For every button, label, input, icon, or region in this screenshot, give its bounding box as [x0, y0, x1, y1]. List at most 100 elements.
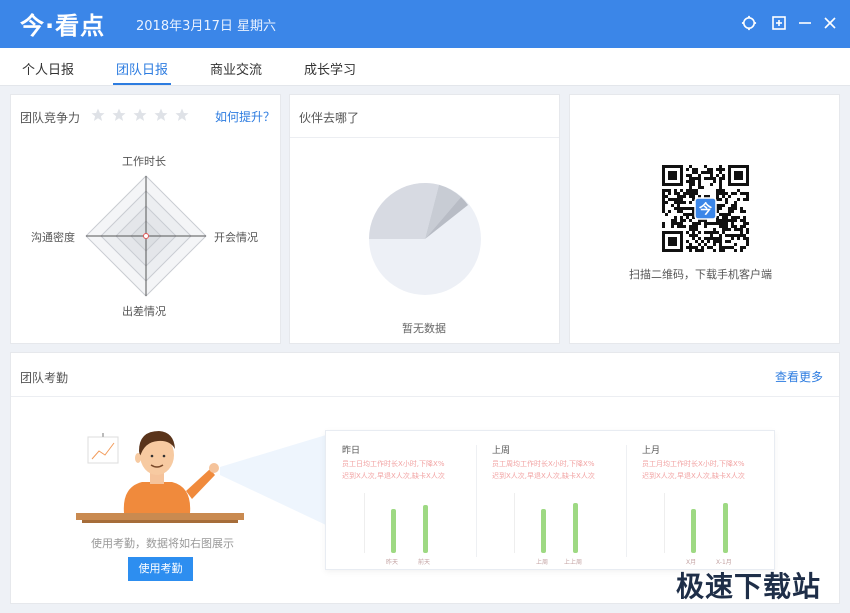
qr-module: [743, 222, 746, 225]
qr-module: [698, 174, 701, 177]
preview-x-label: 前天: [418, 559, 431, 566]
qr-module: [692, 171, 695, 174]
qr-module: [731, 210, 734, 213]
qr-module: [719, 237, 722, 240]
qr-module: [692, 246, 695, 249]
qr-module: [716, 237, 719, 240]
divider: [11, 396, 839, 397]
qr-module: [692, 189, 695, 192]
use-attendance-button[interactable]: 使用考勤: [128, 557, 193, 581]
preview-x-label: 昨天: [386, 559, 399, 566]
qr-module: [725, 213, 728, 216]
qr-module: [680, 219, 683, 222]
qr-module: [728, 240, 731, 243]
qr-module: [743, 198, 746, 201]
qr-module: [734, 192, 737, 195]
qr-module: [740, 192, 743, 195]
qr-module: [725, 216, 728, 219]
competitiveness-title: 团队竞争力: [20, 111, 81, 125]
qr-module: [716, 222, 719, 225]
qr-module: [710, 183, 713, 186]
new-window-icon[interactable]: [770, 14, 788, 32]
minimize-icon[interactable]: [796, 14, 814, 32]
star-icon: [133, 107, 147, 126]
qr-module: [680, 210, 683, 213]
qr-module: [689, 243, 692, 246]
qr-module: [680, 201, 683, 204]
preview-line: 迟到X人次,早退X人次,缺卡X人次: [342, 472, 445, 480]
qr-module: [725, 222, 728, 225]
qr-module: [722, 189, 725, 192]
qr-module: [677, 225, 680, 228]
qr-module: [734, 225, 737, 228]
qr-module: [662, 207, 665, 210]
qr-module: [719, 171, 722, 174]
qr-module: [698, 243, 701, 246]
qr-module: [686, 240, 689, 243]
qr-module: [683, 225, 686, 228]
star-icon: [112, 107, 126, 126]
qr-module: [728, 246, 731, 249]
qr-module: [719, 225, 722, 228]
qr-module: [719, 246, 722, 249]
qr-module: [680, 189, 683, 192]
qr-module: [719, 234, 722, 237]
view-more-link[interactable]: 查看更多: [775, 368, 823, 385]
qr-module: [725, 246, 728, 249]
qr-module: [722, 249, 725, 252]
qr-module: [686, 174, 689, 177]
preview-column-yesterday: 昨日 员工日均工作时长X小时,下降X% 迟到X人次,早退X人次,缺卡X人次 昨天…: [326, 431, 476, 571]
qr-module: [719, 186, 722, 189]
qr-module: [713, 222, 716, 225]
tab-personal-daily[interactable]: 个人日报: [22, 59, 74, 78]
qr-module: [665, 189, 668, 192]
qr-module: [668, 210, 671, 213]
qr-module: [710, 177, 713, 180]
qr-module: [692, 180, 695, 183]
qr-module: [719, 189, 722, 192]
preview-bar: [541, 509, 546, 553]
qr-module: [662, 222, 665, 225]
qr-module: [689, 180, 692, 183]
qr-module: [716, 189, 719, 192]
qr-module: [719, 219, 722, 222]
attendance-hint: 使用考勤，数据将如右图展示: [91, 537, 234, 550]
qr-module: [743, 234, 746, 237]
qr-module: [731, 246, 734, 249]
qr-module: [671, 222, 674, 225]
settings-icon[interactable]: [740, 14, 758, 32]
qr-module: [710, 174, 713, 177]
qr-module: [734, 171, 743, 180]
qr-module: [689, 228, 692, 231]
qr-module: [683, 219, 686, 222]
qr-module: [674, 216, 677, 219]
qr-module: [689, 225, 692, 228]
qr-module: [728, 219, 731, 222]
tab-team-daily[interactable]: 团队日报: [116, 59, 168, 78]
qr-module: [716, 231, 719, 234]
qr-module: [668, 192, 671, 195]
qr-module: [668, 171, 677, 180]
qr-module: [695, 177, 698, 180]
qr-module: [719, 198, 722, 201]
qr-module: [722, 219, 725, 222]
close-icon[interactable]: [821, 14, 839, 32]
how-to-improve-link[interactable]: 如何提升？: [215, 108, 275, 125]
qr-module: [710, 171, 713, 174]
qr-module: [725, 234, 728, 237]
qr-module: [728, 213, 731, 216]
qr-module: [725, 240, 728, 243]
qr-module: [713, 180, 716, 183]
tab-business-exchange[interactable]: 商业交流: [210, 59, 262, 78]
qr-module: [689, 207, 692, 210]
qr-module: [722, 213, 725, 216]
qr-module: [719, 243, 722, 246]
qr-module: [746, 243, 749, 246]
qr-module: [746, 198, 749, 201]
qr-module: [689, 192, 692, 195]
qr-module: [743, 225, 746, 228]
qr-module: [689, 195, 692, 198]
qr-module: [722, 195, 725, 198]
tab-growth-learning[interactable]: 成长学习: [304, 59, 356, 78]
qr-module: [695, 228, 698, 231]
